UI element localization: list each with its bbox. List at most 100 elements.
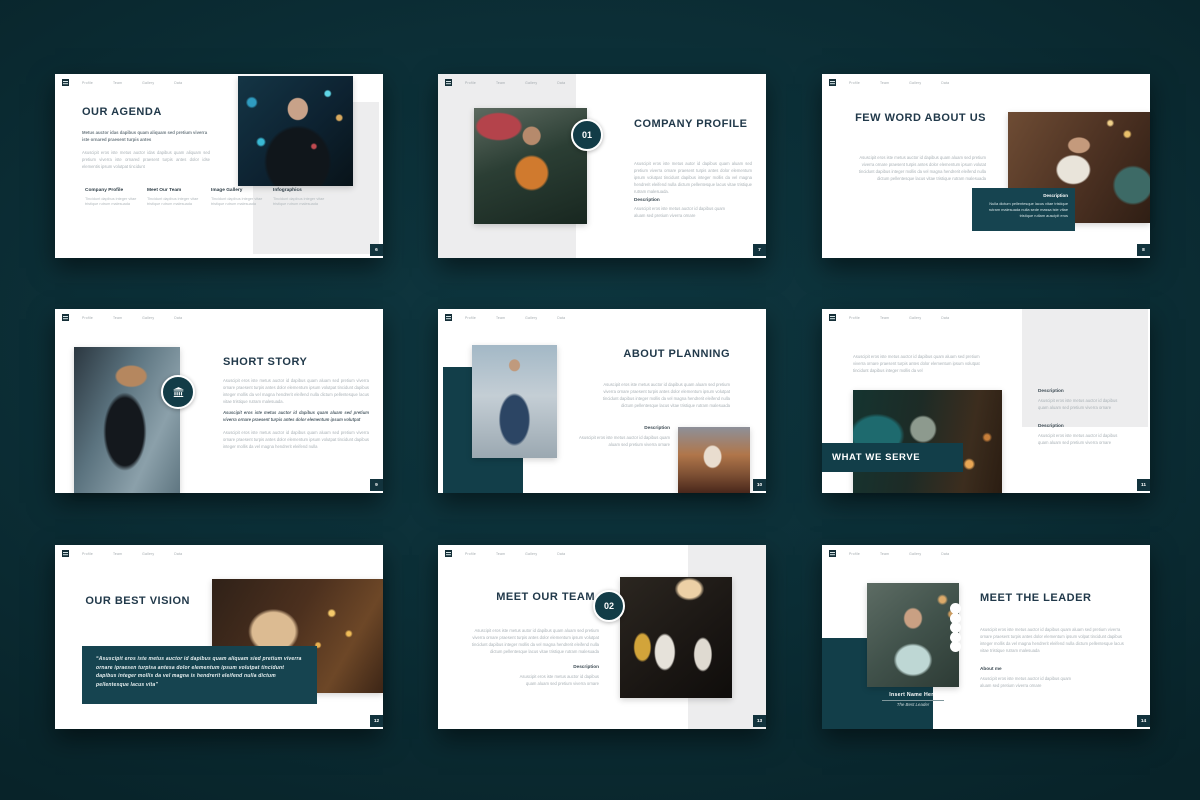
section-banner: WHAT WE SERVE: [822, 443, 963, 472]
nav-item-team: Team: [496, 316, 505, 320]
body-paragraph-2: Asuscipit eros iste metus auctor id dapi…: [223, 409, 369, 423]
body-paragraph: Asuscipit eros iste metus auctor id dapi…: [846, 154, 986, 182]
slide-title: ABOUT PLANNING: [598, 348, 730, 361]
nav-item-gallery: Gallery: [909, 552, 921, 556]
nav-item-data: Data: [941, 81, 949, 85]
page-number-badge: 12: [370, 715, 383, 727]
body-paragraph: Asuscipit eros iste metus auctor id dapi…: [590, 381, 730, 409]
slide-title: MEET OUR TEAM: [483, 591, 595, 604]
template-preview-board: Profile Team Gallery Data OUR AGENDA Met…: [0, 0, 1200, 800]
about-me-text: Asuscipit eros iste metus auctor id dapi…: [980, 675, 1072, 689]
slide-title: OUR AGENDA: [82, 106, 162, 119]
description-heading: Description: [499, 664, 599, 669]
description-text: Asuscipit eros iste metus auctor id dapi…: [578, 434, 670, 448]
column-title: Infographics: [273, 188, 329, 193]
slide-short-story[interactable]: Profile Team Gallery Data SHORT STORY As…: [55, 309, 383, 493]
nav-item-data: Data: [174, 552, 182, 556]
nav-item-profile: Profile: [82, 316, 93, 320]
slide-title: SHORT STORY: [223, 356, 307, 369]
description-text: Asuscipit eros iste metus auctor id dapi…: [634, 205, 726, 219]
nav-item-gallery: Gallery: [909, 81, 921, 85]
description-card: Description Nulla dictum pellentesque la…: [972, 188, 1075, 231]
column-text: Tincidunt dapibus integer vitae tristiqu…: [273, 197, 329, 209]
agenda-column-company-profile: Company Profile Tincidunt dapibus intege…: [85, 188, 141, 208]
body-paragraph-1: Asuscipit eros iste metus auctor id dapi…: [223, 377, 369, 405]
body-paragraph: Asuscipit eros iste metus auctor id dapi…: [853, 353, 981, 374]
agenda-column-meet-our-team: Meet Our Team Tincidunt dapibus integer …: [147, 188, 203, 208]
nav-item-team: Team: [496, 552, 505, 556]
leader-name-block: Insert Name Here The Best Leader: [867, 692, 959, 707]
planning-photo: [472, 345, 557, 458]
column-title: Image Gallery: [211, 188, 267, 193]
slide-nav: Profile Team Gallery Data: [829, 549, 1143, 558]
nav-item-profile: Profile: [849, 316, 860, 320]
logo-icon: [62, 314, 69, 321]
agenda-column-infographics: Infographics Tincidunt dapibus integer v…: [273, 188, 329, 208]
body-paragraph: Asuscipit eros iste metus autor id dapib…: [468, 627, 599, 655]
slide-our-agenda[interactable]: Profile Team Gallery Data OUR AGENDA Met…: [55, 74, 383, 258]
slide-meet-our-team[interactable]: Profile Team Gallery Data 02 MEET OUR TE…: [438, 545, 766, 729]
description-text-1: Asuscipit eros iste metus auctor id dapi…: [1038, 397, 1126, 411]
nav-item-data: Data: [557, 81, 565, 85]
nav-item-team: Team: [113, 316, 122, 320]
company-profile-photo: [474, 108, 587, 224]
slide-title: COMPANY PROFILE: [634, 118, 752, 131]
page-number-badge: 11: [1137, 479, 1150, 491]
card-text: Nulla dictum pellentesque lacus vitae tr…: [979, 201, 1068, 220]
slide-about-planning[interactable]: Profile Team Gallery Data ABOUT PLANNING…: [438, 309, 766, 493]
slide-title: OUR BEST VISION: [85, 595, 190, 608]
logo-icon: [445, 550, 452, 557]
logo-icon: [445, 79, 452, 86]
short-story-photo: [74, 347, 180, 493]
agenda-column-image-gallery: Image Gallery Tincidunt dapibus integer …: [211, 188, 267, 208]
team-photo: [620, 577, 732, 698]
page-number-badge: 14: [1137, 715, 1150, 727]
body-paragraph: Asuscipit eros iste metus auctor id dapi…: [980, 626, 1132, 654]
nav-item-team: Team: [496, 81, 505, 85]
field-photo: [678, 427, 750, 493]
logo-icon: [445, 314, 452, 321]
column-text: Tincidunt dapibus integer vitae tristiqu…: [211, 197, 267, 209]
column-text: Tincidunt dapibus integer vitae tristiqu…: [85, 197, 141, 209]
leader-photo: [867, 583, 959, 687]
nav-item-gallery: Gallery: [525, 81, 537, 85]
column-title: Company Profile: [85, 188, 141, 193]
leader-name: Insert Name Here: [867, 692, 959, 698]
slide-title: MEET THE LEADER: [980, 592, 1110, 605]
slide-title: FEW WORD ABOUT US: [842, 112, 986, 125]
slide-company-profile[interactable]: Profile Team Gallery Data 01 COMPANY PRO…: [438, 74, 766, 258]
nav-item-gallery: Gallery: [909, 316, 921, 320]
agenda-photo: [238, 76, 353, 186]
nav-item-data: Data: [941, 552, 949, 556]
slide-meet-the-leader[interactable]: Profile Team Gallery Data Insert Name He…: [822, 545, 1150, 729]
nav-item-data: Data: [557, 316, 565, 320]
description-text: Asuscipit eros iste metus auctor id dapi…: [509, 673, 599, 687]
nav-item-team: Team: [880, 316, 889, 320]
nav-item-gallery: Gallery: [525, 552, 537, 556]
slide-what-we-serve[interactable]: Profile Team Gallery Data Asuscipit eros…: [822, 309, 1150, 493]
museum-building-icon: [161, 375, 195, 409]
logo-icon: [829, 79, 836, 86]
nav-item-data: Data: [174, 81, 182, 85]
slide-our-best-vision[interactable]: Profile Team Gallery Data OUR BEST VISIO…: [55, 545, 383, 729]
description-heading-1: Description: [1038, 388, 1064, 393]
leader-role: The Best Leader: [867, 702, 959, 707]
slide-nav: Profile Team Gallery Data: [445, 78, 759, 87]
lead-paragraph: Metus auctor idas dapibus quam aliquam s…: [82, 129, 210, 143]
page-number-badge: 10: [753, 479, 766, 491]
nav-item-data: Data: [557, 552, 565, 556]
dots-decoration: [950, 603, 961, 651]
slide-nav: Profile Team Gallery Data: [829, 78, 1143, 87]
nav-item-team: Team: [880, 552, 889, 556]
nav-item-gallery: Gallery: [525, 316, 537, 320]
nav-item-team: Team: [880, 81, 889, 85]
nav-item-gallery: Gallery: [142, 81, 154, 85]
slide-few-word-about-us[interactable]: Profile Team Gallery Data FEW WORD ABOUT…: [822, 74, 1150, 258]
page-number-badge: 8: [1137, 244, 1150, 256]
slide-nav: Profile Team Gallery Data: [62, 78, 376, 87]
nav-item-profile: Profile: [849, 81, 860, 85]
description-heading: Description: [634, 197, 660, 202]
nav-item-data: Data: [941, 316, 949, 320]
description-heading: Description: [578, 425, 670, 430]
card-heading: Description: [979, 193, 1068, 198]
